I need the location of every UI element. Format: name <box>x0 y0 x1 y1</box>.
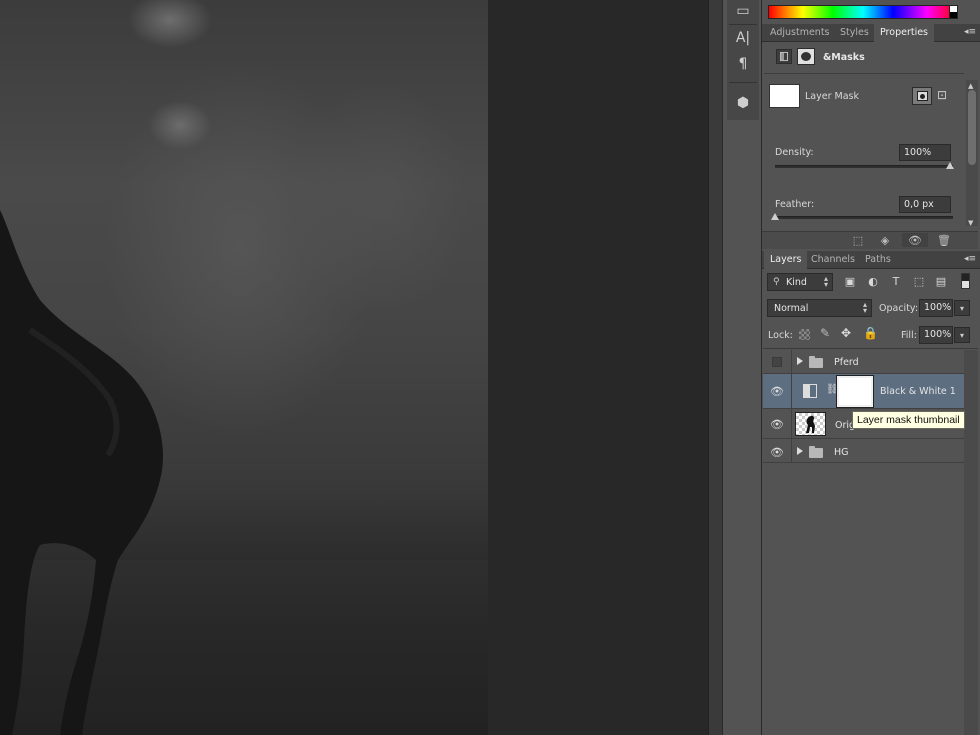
pasteboard <box>488 0 708 735</box>
density-slider-track[interactable] <box>775 165 953 168</box>
lock-position-icon[interactable]: ✥ <box>841 326 851 340</box>
tooltip: Layer mask thumbnail <box>852 411 965 429</box>
fill-label: Fill: <box>901 330 917 341</box>
filter-toggle[interactable] <box>961 273 970 289</box>
scroll-down-icon[interactable]: ▼ <box>968 219 973 227</box>
fill-dropdown-icon[interactable]: ▾ <box>954 327 970 343</box>
load-selection-icon[interactable]: ⬚ <box>850 233 866 247</box>
divider <box>763 348 978 349</box>
layer-mask-thumbnail[interactable] <box>836 375 874 408</box>
layer-row-pferd[interactable] <box>763 350 964 374</box>
layer-filter-kind[interactable]: ⚲ Kind ▴ ▾ <box>767 273 833 291</box>
tab-styles[interactable]: Styles <box>834 24 875 42</box>
expand-triangle-icon[interactable] <box>797 447 803 455</box>
properties-header-label: &Masks <box>823 52 865 63</box>
density-label: Density: <box>775 147 814 158</box>
folder-icon <box>809 446 823 458</box>
horse-thumbnail-icon <box>806 415 815 433</box>
pixel-mask-icon[interactable] <box>797 48 815 65</box>
layer-row-hg[interactable] <box>763 439 964 463</box>
divider <box>791 350 792 374</box>
add-vector-mask-icon[interactable]: ⊡ <box>937 88 955 104</box>
paragraph-icon[interactable]: ¶ <box>731 53 755 75</box>
tab-paths[interactable]: Paths <box>859 251 897 269</box>
opacity-label: Opacity: <box>879 303 919 314</box>
density-slider-thumb[interactable] <box>946 162 954 169</box>
adjustment-layer-icon[interactable] <box>776 49 792 64</box>
dropdown-arrows-icon: ▴ ▾ <box>823 274 828 289</box>
tool-separator <box>729 24 757 25</box>
feather-label: Feather: <box>775 199 815 210</box>
canvas-scrollbar[interactable] <box>708 0 722 735</box>
lock-transparent-icon[interactable] <box>799 329 810 340</box>
tab-adjustments[interactable]: Adjustments <box>764 24 836 42</box>
3d-icon[interactable]: ⬢ <box>731 92 755 114</box>
eye-icon[interactable]: 👁 <box>767 445 787 459</box>
filter-kind-label: Kind <box>786 277 807 288</box>
layer-thumbnail <box>795 412 826 436</box>
layers-tabbar: Layers Channels Paths ◂≡ <box>762 251 980 269</box>
layer-name-black-white[interactable]: Black & White 1 <box>880 386 956 397</box>
divider <box>791 439 792 463</box>
eye-icon[interactable]: 👁 <box>767 384 787 398</box>
feather-field[interactable]: 0,0 px <box>899 196 951 213</box>
lock-label: Lock: <box>768 330 793 341</box>
feather-slider-track[interactable] <box>775 216 953 219</box>
panel-menu-icon[interactable]: ◂≡ <box>964 27 976 37</box>
visibility-empty[interactable] <box>772 357 782 367</box>
folder-icon <box>809 356 823 368</box>
filter-pixel-icon[interactable]: ▣ <box>843 274 857 288</box>
expand-triangle-icon[interactable] <box>797 357 803 365</box>
feather-slider-thumb[interactable] <box>771 213 779 220</box>
layer-name-pferd[interactable]: Pferd <box>834 357 859 368</box>
character-icon[interactable]: A| <box>731 27 755 49</box>
document-canvas[interactable] <box>0 0 488 735</box>
filter-smart-object-icon[interactable]: ▤ <box>934 274 948 288</box>
opacity-field[interactable]: 100% <box>919 299 953 317</box>
apply-mask-icon[interactable]: ◈ <box>877 233 893 247</box>
layer-name-hg[interactable]: HG <box>834 447 849 458</box>
adjustment-bw-icon <box>803 384 817 398</box>
mask-thumbnail <box>769 84 800 108</box>
lock-all-icon[interactable]: 🔒 <box>863 326 878 340</box>
scroll-up-icon[interactable]: ▲ <box>968 82 973 90</box>
divider <box>791 409 792 439</box>
fill-field[interactable]: 100% <box>919 326 953 344</box>
add-pixel-mask-icon[interactable] <box>912 87 932 105</box>
lock-pixels-icon[interactable]: ✎ <box>820 326 830 340</box>
color-spectrum[interactable] <box>768 5 958 19</box>
search-icon: ⚲ <box>773 277 780 287</box>
filter-adjustment-icon[interactable]: ◐ <box>866 274 880 288</box>
tab-layers[interactable]: Layers <box>764 251 808 269</box>
dropdown-arrows-icon: ▴ ▾ <box>862 300 867 315</box>
properties-scroll-thumb[interactable] <box>968 90 976 165</box>
visibility-toggle-icon[interactable]: 👁 <box>902 233 928 247</box>
color-spectrum-bw[interactable] <box>949 5 958 19</box>
filter-type-icon[interactable]: T <box>889 274 903 288</box>
filter-shape-icon[interactable]: ⬚ <box>912 274 926 288</box>
divider <box>764 73 964 74</box>
blend-mode-dropdown[interactable]: Normal ▴ ▾ <box>767 299 872 317</box>
histogram-icon[interactable]: ▭ <box>731 0 755 22</box>
horse-silhouette <box>0 210 163 735</box>
layers-scrollbar[interactable] <box>964 350 978 735</box>
layers-panel-menu-icon[interactable]: ◂≡ <box>964 254 976 264</box>
delete-mask-icon[interactable]: 🗑 <box>936 233 952 247</box>
tab-properties[interactable]: Properties <box>874 24 935 42</box>
properties-tabbar: Adjustments Styles Properties ◂≡ <box>762 24 980 42</box>
opacity-dropdown-icon[interactable]: ▾ <box>954 300 970 316</box>
eye-icon[interactable]: 👁 <box>767 417 787 431</box>
mask-label: Layer Mask <box>805 91 859 102</box>
divider <box>791 374 792 409</box>
tab-channels[interactable]: Channels <box>805 251 861 269</box>
tool-separator <box>729 82 757 83</box>
blend-mode-value: Normal <box>774 303 809 314</box>
density-field[interactable]: 100% <box>899 144 951 161</box>
